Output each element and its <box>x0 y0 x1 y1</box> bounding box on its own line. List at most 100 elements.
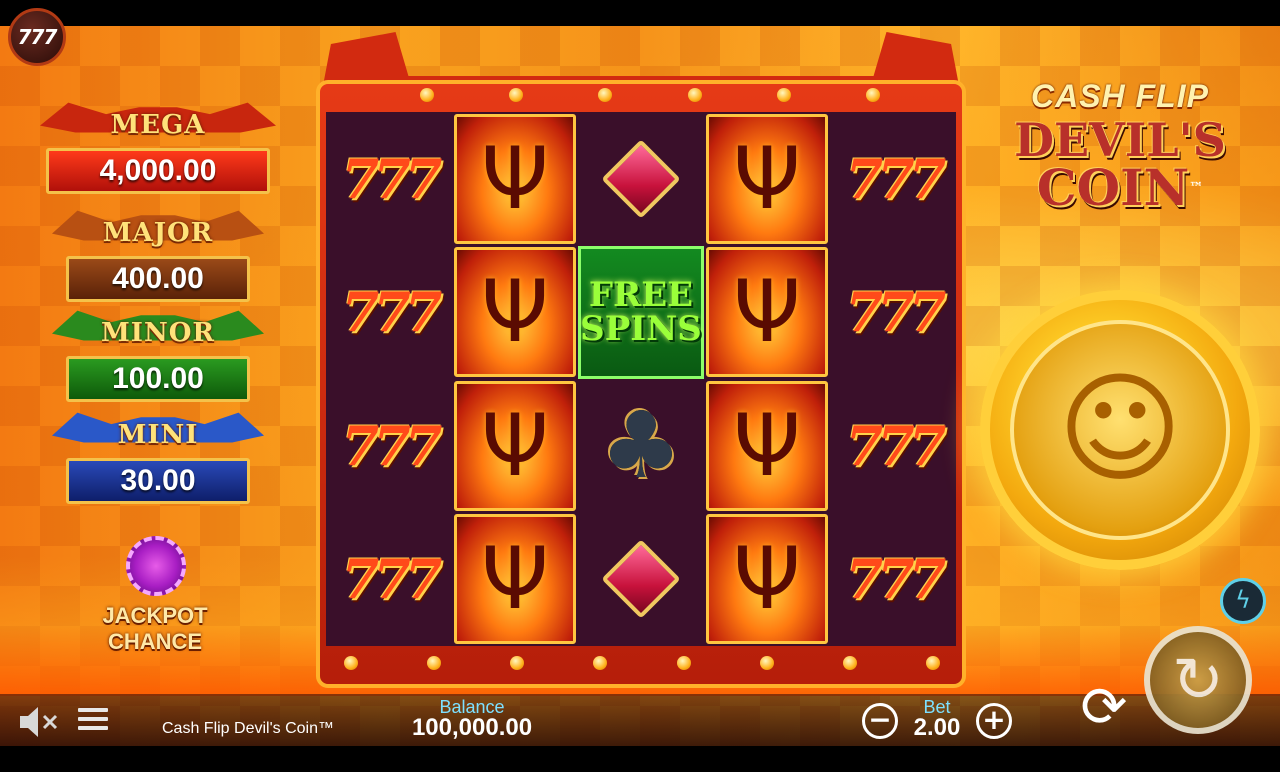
spin-button[interactable]: ↻ <box>1144 626 1252 734</box>
autoplay-icon[interactable]: ⟳ <box>1072 676 1136 740</box>
reel-symbol-777: 777 <box>830 246 956 379</box>
frame-light <box>593 656 608 670</box>
jackpot-minor: MINOR 100.00 <box>40 306 276 406</box>
logo-line-coin: COIN™ <box>990 163 1250 213</box>
reel-symbol-trident: Ψ <box>452 513 578 646</box>
seven-seven-seven-icon: 777 <box>845 280 947 344</box>
jackpot-chance-label: JACKPOT CHANCE <box>102 603 208 654</box>
jackpot-major: MAJOR 400.00 <box>40 206 276 306</box>
reel-symbol-trident: Ψ <box>704 112 830 245</box>
free-spins-line2: SPINS <box>580 309 702 349</box>
speaker-muted-icon[interactable] <box>18 704 60 740</box>
trident-tile: Ψ <box>706 514 828 644</box>
frame-light <box>344 656 358 670</box>
trident-icon: Ψ <box>733 395 801 496</box>
frame-light <box>925 656 940 670</box>
seven-seven-seven-icon: 777 <box>341 413 443 478</box>
trident-tile: Ψ <box>454 113 576 244</box>
devil-coin: ☺ <box>980 290 1260 570</box>
reel-symbol-777: 777 <box>830 379 956 512</box>
game-title-logo: CASH FLIP DEVIL'S COIN™ <box>990 78 1250 238</box>
trident-icon: Ψ <box>733 529 801 629</box>
jackpot-title: MEGA <box>110 110 206 140</box>
reel-column: ΨΨΨΨ <box>704 112 830 646</box>
reel-window: 777 777 777 777 Ψ Ψ Ψ Ψ FREE SPINS ♣ Ψ Ψ Ψ Ψ 777 777 777 7… <box>326 112 956 646</box>
logo-line-devils: DEVIL'S <box>1014 113 1226 167</box>
bet-increase-button[interactable]: + <box>976 703 1012 739</box>
reel-symbol-777: 777 <box>326 112 452 245</box>
reel-symbol-777: 777 <box>326 513 452 646</box>
bet-decrease-button[interactable]: − <box>862 703 898 739</box>
bottom-black-strip <box>0 746 1280 772</box>
frame-lights-top <box>420 88 880 102</box>
reel-symbol-777: 777 <box>326 379 452 512</box>
jackpot-chance-chip-icon[interactable] <box>126 536 186 596</box>
seven-seven-seven-icon: 777 <box>845 547 947 611</box>
reel-symbol-diamond <box>578 112 704 245</box>
trident-tile: Ψ <box>454 380 576 511</box>
frame-light <box>509 88 524 102</box>
frame-light <box>865 88 880 102</box>
jackpot-title: MINOR <box>101 318 215 348</box>
trident-tile: Ψ <box>706 380 828 511</box>
frame-light <box>842 656 857 670</box>
reel-symbol-diamond <box>578 513 704 646</box>
seven-seven-seven-icon: 777 <box>341 547 443 611</box>
game-logo-badge[interactable]: 777 <box>8 8 66 66</box>
reel-symbol-777: 777 <box>830 513 956 646</box>
reel-column: FREE SPINS ♣ <box>578 112 704 646</box>
jackpot-mini: MINI 30.00 <box>40 408 276 508</box>
reel-symbol-777: 777 <box>830 112 956 245</box>
club-icon: ♣ <box>599 391 683 499</box>
devil-coin-face: ☺ <box>1010 320 1230 540</box>
seven-seven-seven-icon: 777 <box>845 146 947 211</box>
trident-icon: Ψ <box>733 262 801 362</box>
trident-tile: Ψ <box>454 514 576 644</box>
diamond-icon <box>601 539 681 619</box>
jackpot-value: 400.00 <box>66 256 250 302</box>
frame-light <box>510 656 525 670</box>
frame-light <box>687 88 702 102</box>
frame-light <box>676 656 691 670</box>
logo-trademark: ™ <box>1189 180 1204 196</box>
frame-light <box>776 88 791 102</box>
bet-value: 2.00 <box>913 714 961 741</box>
free-spins-tile: FREE SPINS <box>578 245 704 379</box>
hamburger-menu-icon[interactable] <box>78 708 108 734</box>
seven-seven-seven-icon: 777 <box>341 146 443 211</box>
seven-seven-seven-icon: 777 <box>845 413 947 478</box>
trident-icon: Ψ <box>481 529 549 629</box>
frame-lights-bottom <box>344 656 940 670</box>
free-spins-line1: FREE <box>588 275 694 315</box>
reel-symbol-trident: Ψ <box>452 112 578 245</box>
trident-tile: Ψ <box>706 113 828 244</box>
logo-coin-text: COIN <box>1036 158 1190 217</box>
diamond-icon <box>601 138 681 219</box>
turbo-lightning-icon[interactable]: ϟ <box>1220 578 1266 624</box>
trident-icon: Ψ <box>733 128 801 229</box>
reel-symbol-trident: Ψ <box>704 513 830 646</box>
trident-icon: Ψ <box>481 128 549 229</box>
frame-light <box>598 88 613 102</box>
logo-line-cash-flip: CASH FLIP <box>1031 78 1209 114</box>
jackpot-title: MAJOR <box>102 218 214 248</box>
seven-seven-seven-icon: 777 <box>341 280 443 344</box>
trident-tile: Ψ <box>706 247 828 377</box>
jackpot-value: 100.00 <box>66 356 250 402</box>
reel-symbol-club: ♣ <box>578 379 704 512</box>
reel-symbol-trident: Ψ <box>704 246 830 379</box>
frame-light <box>759 656 774 670</box>
reel-column: 777 777 777 777 <box>326 112 452 646</box>
reel-symbol-trident: Ψ <box>452 379 578 512</box>
spin-icon: ↻ <box>1172 643 1224 716</box>
reel-symbol-trident: Ψ <box>452 246 578 379</box>
frame-light <box>427 656 442 670</box>
trident-tile: Ψ <box>454 247 576 377</box>
trident-icon: Ψ <box>481 262 549 362</box>
jackpot-value: 4,000.00 <box>46 148 270 194</box>
top-bar <box>0 0 1280 26</box>
jackpot-title: MINI <box>117 420 199 450</box>
reel-symbol-free-spins: FREE SPINS <box>578 245 704 379</box>
jackpot-mega: MEGA 4,000.00 <box>40 98 276 198</box>
game-name: Cash Flip Devil's Coin™ <box>162 720 334 737</box>
